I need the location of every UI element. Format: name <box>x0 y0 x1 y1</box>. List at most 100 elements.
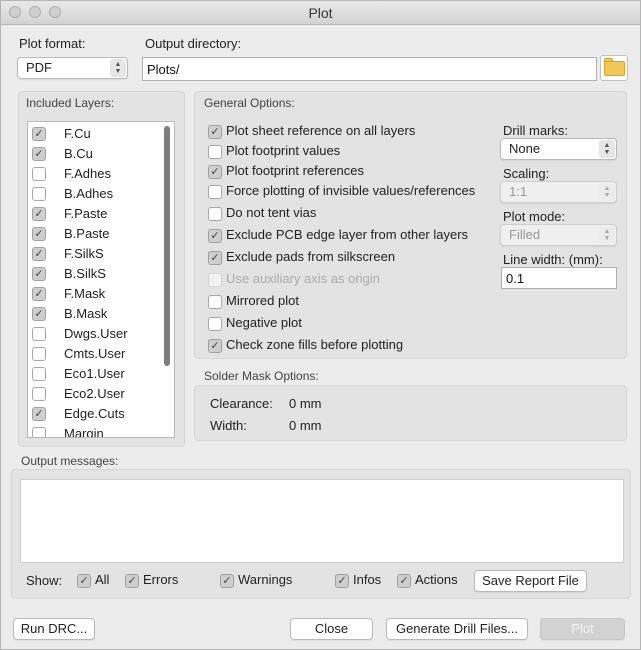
solder-mask-label: Solder Mask Options: <box>204 369 319 383</box>
filter-label: Infos <box>353 572 382 587</box>
checkbox[interactable]: ✓ <box>32 127 46 141</box>
run-drc-button[interactable]: Run DRC... <box>13 618 95 640</box>
layers-scrollbar[interactable] <box>164 126 170 366</box>
layer-name: Eco1.User <box>64 366 125 381</box>
filter-label: Errors <box>143 572 179 587</box>
checkbox[interactable] <box>208 295 222 309</box>
plot-button[interactable]: Plot <box>540 618 625 640</box>
general-options-label: General Options: <box>204 96 295 110</box>
checkbox[interactable]: ✓ <box>32 267 46 281</box>
checkbox[interactable]: ✓ <box>32 147 46 161</box>
layer-name: F.SilkS <box>64 246 104 261</box>
general-option-label: Do not tent vias <box>226 205 317 220</box>
checkbox[interactable]: ✓ <box>32 207 46 221</box>
stepper-arrows-icon: ▲ ▼ <box>599 140 615 158</box>
checkbox[interactable]: ✓ <box>125 574 139 588</box>
layer-item[interactable]: Dwgs.User <box>28 324 158 344</box>
checkbox[interactable]: ✓ <box>32 227 46 241</box>
layer-item[interactable]: ✓ F.Paste <box>28 204 158 224</box>
layer-item[interactable]: ✓ F.Mask <box>28 284 158 304</box>
layer-name: F.Mask <box>64 286 106 301</box>
layer-item[interactable]: ✓ B.SilkS <box>28 264 158 284</box>
general-option-label: Negative plot <box>226 315 302 330</box>
general-option-label: Plot footprint values <box>226 143 341 158</box>
layer-item[interactable]: F.Adhes <box>28 164 158 184</box>
layer-name: B.Adhes <box>64 186 114 201</box>
checkbox[interactable]: ✓ <box>77 574 91 588</box>
checkbox[interactable] <box>208 185 222 199</box>
layer-name: F.Adhes <box>64 166 111 181</box>
checkbox[interactable]: ✓ <box>208 229 222 243</box>
layer-item[interactable]: ✓ B.Paste <box>28 224 158 244</box>
layer-item[interactable]: Margin <box>28 424 158 437</box>
output-messages-box[interactable] <box>20 479 624 563</box>
checkbox[interactable]: ✓ <box>208 125 222 139</box>
checkbox[interactable]: ✓ <box>397 574 411 588</box>
layer-name: Dwgs.User <box>64 326 128 341</box>
general-option-label: Use auxiliary axis as origin <box>226 271 380 286</box>
filter-label: Actions <box>415 572 458 587</box>
save-report-button[interactable]: Save Report File <box>474 570 587 592</box>
checkbox[interactable]: ✓ <box>32 307 46 321</box>
general-option-label: Exclude pads from silkscreen <box>226 249 396 264</box>
checkbox[interactable]: ✓ <box>220 574 234 588</box>
stepper-arrows-icon: ▲ ▼ <box>599 226 615 244</box>
plot-mode-select[interactable]: Filled ▲ ▼ <box>500 224 617 246</box>
clearance-value: 0 mm <box>289 396 322 411</box>
browse-folder-button[interactable] <box>600 55 628 81</box>
scaling-select[interactable]: 1:1 ▲ ▼ <box>500 181 617 203</box>
general-option-label: Exclude PCB edge layer from other layers <box>226 227 469 242</box>
general-option-label: Plot sheet reference on all layers <box>226 123 416 138</box>
checkbox[interactable]: ✓ <box>208 339 222 353</box>
drill-marks-label: Drill marks: <box>503 123 568 138</box>
checkbox[interactable]: ✓ <box>32 247 46 261</box>
width-label: Width: <box>210 418 247 433</box>
checkbox[interactable] <box>32 347 46 361</box>
output-directory-label: Output directory: <box>145 36 242 51</box>
checkbox[interactable]: ✓ <box>208 251 222 265</box>
general-option-label: Force plotting of invisible values/refer… <box>226 183 476 198</box>
checkbox[interactable] <box>208 145 222 159</box>
plot-format-select[interactable]: PDF ▲ ▼ <box>17 57 128 79</box>
checkbox[interactable]: ✓ <box>32 287 46 301</box>
line-width-input[interactable] <box>501 267 617 289</box>
layer-item[interactable]: B.Adhes <box>28 184 158 204</box>
layer-item[interactable]: ✓ B.Cu <box>28 144 158 164</box>
layer-item[interactable]: Eco2.User <box>28 384 158 404</box>
layer-name: B.Mask <box>64 306 108 321</box>
width-value: 0 mm <box>289 418 322 433</box>
output-directory-input[interactable] <box>142 57 597 81</box>
layer-item[interactable]: ✓ B.Mask <box>28 304 158 324</box>
layer-item[interactable]: Cmts.User <box>28 344 158 364</box>
generate-drill-files-button[interactable]: Generate Drill Files... <box>386 618 528 640</box>
checkbox[interactable] <box>208 207 222 221</box>
layer-item[interactable]: ✓ F.Cu <box>28 124 158 144</box>
filter-label: All <box>95 572 110 587</box>
layer-name: B.Paste <box>64 226 110 241</box>
checkbox[interactable] <box>32 167 46 181</box>
layer-item[interactable]: ✓ Edge.Cuts <box>28 404 158 424</box>
plot-dialog: Plot Plot format: PDF ▲ ▼ Output director… <box>0 0 641 650</box>
checkbox[interactable] <box>32 187 46 201</box>
drill-marks-select[interactable]: None ▲ ▼ <box>500 138 617 160</box>
layers-list[interactable]: ✓ F.Cu ✓ B.Cu F.Adhes B.Adhes ✓ F.Paste ✓ B.Paste… <box>27 121 175 438</box>
stepper-arrows-icon: ▲ ▼ <box>599 183 615 201</box>
close-button[interactable]: Close <box>290 618 373 640</box>
clearance-label: Clearance: <box>210 396 273 411</box>
checkbox[interactable] <box>32 367 46 381</box>
checkbox[interactable] <box>32 427 46 437</box>
layer-item[interactable]: ✓ F.SilkS <box>28 244 158 264</box>
checkbox[interactable]: ✓ <box>32 407 46 421</box>
scaling-value: 1:1 <box>509 184 528 199</box>
layer-name: Cmts.User <box>64 346 126 361</box>
checkbox[interactable] <box>32 327 46 341</box>
layer-name: F.Cu <box>64 126 91 141</box>
layer-name: B.SilkS <box>64 266 106 281</box>
included-layers-label: Included Layers: <box>26 96 115 110</box>
checkbox[interactable] <box>32 387 46 401</box>
checkbox[interactable]: ✓ <box>208 165 222 179</box>
checkbox[interactable]: ✓ <box>335 574 349 588</box>
checkbox <box>208 273 222 287</box>
layer-item[interactable]: Eco1.User <box>28 364 158 384</box>
checkbox[interactable] <box>208 317 222 331</box>
